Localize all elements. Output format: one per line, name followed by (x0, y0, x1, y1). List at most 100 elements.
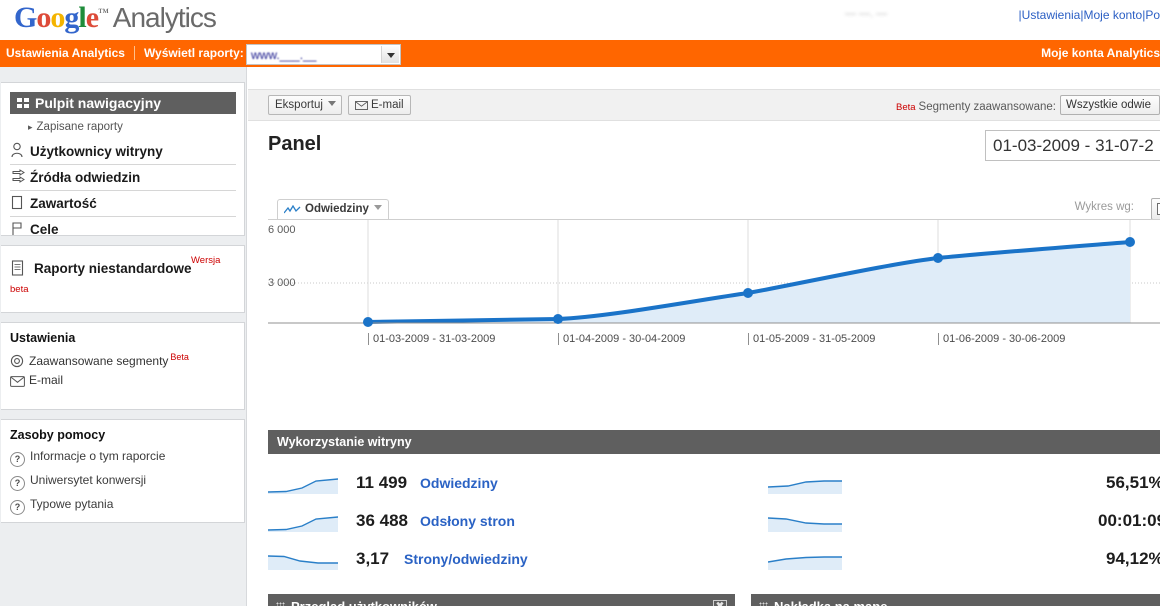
sidebar-nav-card: Pulpit nawigacyjny ▸ Zapisane raporty Uży… (1, 82, 245, 237)
header-link-moje-konto[interactable]: Moje konto (1083, 8, 1142, 22)
sidebar-item-traffic-sources[interactable]: Źródła odwiedzin (10, 165, 236, 191)
graph-by-control: Wykres wg: (1074, 198, 1160, 220)
sidebar-item-common-questions-label[interactable]: Typowe pytania (30, 497, 113, 511)
metric-visits-label: Odwiedziny (420, 475, 498, 491)
document-icon (11, 260, 24, 279)
sparkline-icon (267, 513, 339, 536)
page-icon (10, 195, 30, 210)
sidebar-item-content[interactable]: Zawartość (10, 191, 236, 217)
main-content: Eksportuj E-mail Beta Segmenty zaawansowa… (248, 67, 1160, 606)
google-analytics-logo: Google™ Analytics (14, 1, 217, 34)
sparkline-icon (767, 513, 842, 536)
metric-selector-tab[interactable]: Odwiedziny (277, 199, 389, 220)
widget-map-overlay-header: Nakładka na mapę (751, 594, 1160, 606)
metric-pages-per-visit-value: 3,17 (356, 549, 390, 568)
widget-visitors-overview-header: Przegląd użytkowników ✖ (268, 594, 735, 606)
sidebar-item-report-info-label[interactable]: Informacje o tym raporcie (30, 449, 165, 463)
sidebar-settings-title: Ustawienia (10, 331, 76, 345)
metric-new-visits: 94,12% % nowych odwiedzin (767, 548, 1160, 574)
email-button-label: E-mail (371, 99, 404, 111)
orange-nav-left: Ustawienia Analytics Wyświetl raporty: (6, 46, 244, 60)
question-icon: ? (10, 476, 25, 491)
date-range-input[interactable]: 01-03-2009 - 31-07-2 (985, 130, 1160, 161)
email-button[interactable]: E-mail (348, 95, 411, 115)
sidebar-item-common-questions[interactable]: ? Typowe pytania (10, 497, 113, 515)
envelope-icon (355, 98, 368, 117)
question-icon: ? (10, 500, 25, 515)
arrows-icon (10, 168, 30, 184)
triangle-right-icon: ▸ (28, 122, 33, 132)
analytics-wordmark: Analytics (112, 2, 217, 33)
nav-divider (133, 46, 135, 60)
sparkline-icon (267, 475, 339, 498)
sidebar-item-goals[interactable]: Cele (10, 217, 236, 242)
advanced-segments-beta-badge: Beta (170, 352, 189, 362)
sidebar-help-card: Zasoby pomocy ? Informacje o tym raporcie… (1, 419, 245, 523)
metric-bounce-rate-value: 56,51% (1106, 473, 1160, 492)
nav-view-reports-label: Wyświetl raporty: (143, 46, 244, 60)
sidebar-item-conversion-university-label[interactable]: Uniwersytet konwersji (30, 473, 146, 487)
x-axis-label-1: 01-04-2009 - 30-04-2009 (558, 333, 685, 345)
sidebar-custom-reports-wersja-badge: Wersja (191, 255, 221, 266)
export-button-label: Eksportuj (275, 99, 323, 111)
visits-chart-panel: Odwiedziny Wykres wg: 6 000 3 000 01-03-… (268, 198, 1160, 354)
sidebar-item-visitors[interactable]: Użytkownicy witryny (10, 139, 236, 165)
left-sidebar: Pulpit nawigacyjny ▸ Zapisane raporty Uży… (0, 67, 247, 606)
trademark-mark: ™ (98, 7, 109, 19)
header-link-ustawienia[interactable]: Ustawienia (1022, 8, 1081, 22)
sidebar-item-report-info[interactable]: ? Informacje o tym raporcie (10, 449, 165, 467)
account-email-blurred: — —. — (845, 8, 888, 20)
metric-pageviews-value: 36 488 (356, 511, 408, 530)
analytics-dashboard-page: Google™ Analytics — —. — |Ustawienia|Moje… (0, 0, 1160, 606)
sidebar-item-conversion-university[interactable]: ? Uniwersytet konwersji (10, 473, 146, 491)
flag-icon (10, 221, 30, 236)
segments-beta-badge: Beta (896, 102, 916, 113)
drag-grip-icon[interactable] (276, 602, 285, 606)
top-header: Google™ Analytics — —. — |Ustawienia|Moje… (0, 0, 1160, 40)
site-usage-header: Wykorzystanie witryny (268, 430, 1160, 454)
sidebar-item-advanced-segments[interactable]: Zaawansowane segmenty Beta (10, 352, 189, 371)
sidebar-item-email-label: E-mail (29, 373, 64, 387)
sidebar-custom-reports-card[interactable]: Raporty niestandardowe Wersja beta (1, 245, 245, 313)
chevron-down-icon[interactable] (381, 46, 399, 63)
x-axis-label-2: 01-05-2009 - 31-05-2009 (748, 333, 875, 345)
sidebar-item-dashboard[interactable]: Pulpit nawigacyjny (10, 92, 236, 114)
x-axis-label-3: 01-06-2009 - 30-06-2009 (938, 333, 1065, 345)
header-link-pomoc[interactable]: Po (1145, 8, 1160, 22)
metric-pages-per-visit-label: Strony/odwiedziny (404, 551, 528, 567)
chevron-down-icon (327, 101, 336, 106)
metric-pageviews: 36 488 Odsłony stron (267, 510, 688, 536)
site-profile-value: www.___.__ (251, 48, 317, 62)
person-icon (10, 142, 30, 158)
site-profile-select[interactable]: www.___.__ (246, 44, 401, 65)
grid-icon (17, 98, 29, 109)
metric-visits: 11 499 Odwiedziny (267, 472, 688, 498)
graph-by-label: Wykres wg: (1074, 201, 1134, 213)
close-icon[interactable]: ✖ (713, 600, 727, 606)
sidebar-custom-reports-beta-badge: beta (10, 284, 29, 295)
sidebar-item-saved-reports[interactable]: ▸ Zapisane raporty (28, 121, 123, 133)
sparkline-icon (767, 551, 842, 574)
sidebar-custom-reports-label: Raporty niestandardowe (34, 261, 192, 276)
widget-map-overlay-title: Nakładka na mapę (774, 599, 887, 606)
drag-grip-icon[interactable] (759, 602, 768, 606)
x-axis-label-0: 01-03-2009 - 31-03-2009 (368, 333, 495, 345)
chevron-down-icon (373, 205, 382, 210)
report-toolbar: Eksportuj E-mail Beta Segmenty zaawansowa… (248, 89, 1160, 121)
envelope-icon (10, 376, 29, 390)
segments-select[interactable]: Wszystkie odwie (1060, 95, 1160, 115)
metric-new-visits-value: 94,12% (1106, 549, 1160, 568)
target-icon (10, 354, 29, 371)
sidebar-item-email[interactable]: E-mail (10, 373, 63, 390)
metric-avg-time-on-site: 00:01:09 Śr. czas spędzony w witrynie (767, 510, 1160, 536)
sidebar-item-saved-reports-label: Zapisane raporty (36, 121, 123, 133)
sidebar-item-goals-label: Cele (30, 222, 59, 237)
question-icon: ? (10, 452, 25, 467)
sidebar-item-traffic-sources-label: Źródła odwiedzin (30, 170, 141, 185)
nav-my-accounts[interactable]: Moje konta Analytics (1041, 46, 1160, 60)
calendar-month-icon[interactable] (1150, 198, 1160, 220)
nav-ustawienia-analytics[interactable]: Ustawienia Analytics (6, 46, 125, 60)
sidebar-item-content-label: Zawartość (30, 196, 97, 211)
export-button[interactable]: Eksportuj (268, 95, 342, 115)
metric-avg-time-on-site-value: 00:01:09 (1098, 511, 1160, 530)
